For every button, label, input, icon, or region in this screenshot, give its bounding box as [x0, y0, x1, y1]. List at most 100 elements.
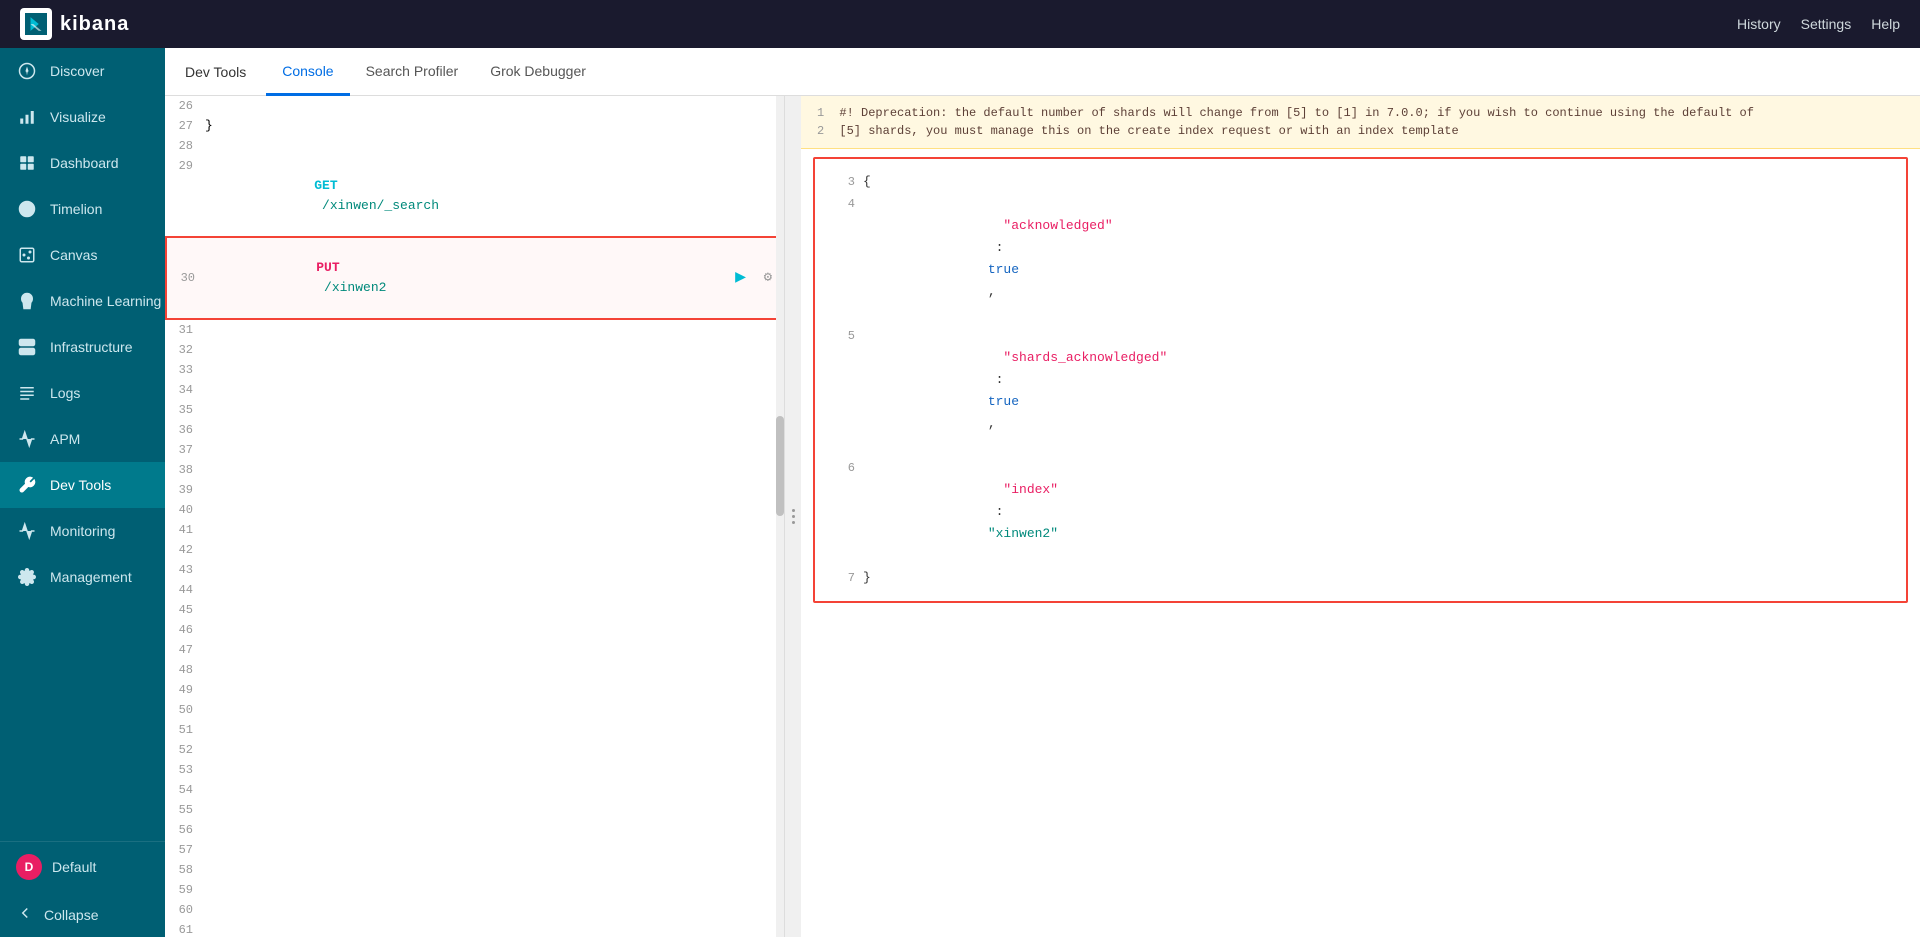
kibana-logo-icon — [20, 8, 52, 40]
output-line-num-1: 1 — [817, 106, 824, 120]
sidebar-collapse[interactable]: Collapse — [0, 892, 165, 937]
apm-icon — [16, 428, 38, 450]
sidebar-item-dev-tools[interactable]: Dev Tools — [0, 462, 165, 508]
line-num-51: 51 — [165, 720, 201, 740]
editor-line-60: 60 — [165, 900, 784, 920]
sidebar-label-dashboard: Dashboard — [50, 155, 119, 171]
line-num-26: 26 — [165, 96, 201, 116]
editor-scrollbar-thumb[interactable] — [776, 416, 784, 517]
sidebar-label-management: Management — [50, 569, 132, 585]
logs-icon — [16, 382, 38, 404]
sidebar-label-discover: Discover — [50, 63, 104, 79]
kibana-title: kibana — [60, 13, 129, 36]
sidebar-label-monitoring: Monitoring — [50, 523, 115, 539]
line-num-42: 42 — [165, 540, 201, 560]
json-close-brace: } — [863, 567, 871, 589]
sidebar-item-management[interactable]: Management — [0, 554, 165, 600]
line-num-33: 33 — [165, 360, 201, 380]
sidebar-label-canvas: Canvas — [50, 247, 97, 263]
json-index: "index" : "xinwen2" — [863, 457, 1058, 567]
settings-link[interactable]: Settings — [1801, 16, 1852, 32]
editor-line-34: 34 — [165, 380, 784, 400]
collapse-label: Collapse — [44, 907, 98, 923]
line-num-61: 61 — [165, 920, 201, 937]
canvas-icon — [16, 244, 38, 266]
tab-search-profiler[interactable]: Search Profiler — [350, 48, 475, 96]
line-num-55: 55 — [165, 800, 201, 820]
wrench-icon — [16, 474, 38, 496]
console-area: 26 27 } 28 29 — [165, 96, 1920, 937]
sidebar-item-timelion[interactable]: Timelion — [0, 186, 165, 232]
output-body: 3 { 4 "acknowledged" : true , — [823, 163, 1898, 597]
grid-icon — [16, 152, 38, 174]
run-button[interactable]: ▶ — [735, 268, 746, 288]
output-line-num-2: 2 — [817, 124, 824, 138]
tab-grok-debugger[interactable]: Grok Debugger — [474, 48, 602, 96]
sidebar-item-infrastructure[interactable]: Infrastructure — [0, 324, 165, 370]
line-num-56: 56 — [165, 820, 201, 840]
line-num-50: 50 — [165, 700, 201, 720]
editor-line-53: 53 — [165, 760, 784, 780]
editor-line-56: 56 — [165, 820, 784, 840]
settings-button[interactable]: ⚙ — [764, 268, 772, 288]
help-link[interactable]: Help — [1871, 16, 1900, 32]
sidebar-item-machine-learning[interactable]: Machine Learning — [0, 278, 165, 324]
sidebar-item-apm[interactable]: APM — [0, 416, 165, 462]
avatar: D — [16, 854, 42, 880]
app-body: Discover Visualize Dashboard Timelion Ca… — [0, 48, 1920, 937]
sidebar-label-timelion: Timelion — [50, 201, 102, 217]
sidebar: Discover Visualize Dashboard Timelion Ca… — [0, 48, 165, 937]
line-num-53: 53 — [165, 760, 201, 780]
editor-scrollbar-track[interactable] — [776, 96, 784, 937]
editor-line-47: 47 — [165, 640, 784, 660]
line-content-27: } — [201, 116, 784, 136]
editor-line-39: 39 — [165, 480, 784, 500]
divider-dot-3 — [792, 521, 795, 524]
output-num-5: 5 — [839, 325, 863, 347]
kibana-logo: kibana — [20, 8, 129, 40]
output-box: 3 { 4 "acknowledged" : true , — [813, 157, 1908, 603]
editor-content[interactable]: 26 27 } 28 29 — [165, 96, 784, 937]
editor-line-61: 61 — [165, 920, 784, 937]
line-num-45: 45 — [165, 600, 201, 620]
output-json-line-6: 6 "index" : "xinwen2" — [839, 457, 1882, 567]
editor-line-57: 57 — [165, 840, 784, 860]
editor-line-58: 58 — [165, 860, 784, 880]
sidebar-label-infrastructure: Infrastructure — [50, 339, 132, 355]
line-num-57: 57 — [165, 840, 201, 860]
output-num-4: 4 — [839, 193, 863, 215]
editor-line-38: 38 — [165, 460, 784, 480]
line-num-37: 37 — [165, 440, 201, 460]
clock-icon — [16, 198, 38, 220]
devtools-title: Dev Tools — [185, 64, 246, 80]
sidebar-item-monitoring[interactable]: Monitoring — [0, 508, 165, 554]
editor-line-54: 54 — [165, 780, 784, 800]
line-num-41: 41 — [165, 520, 201, 540]
line-num-27: 27 — [165, 116, 201, 136]
sidebar-item-canvas[interactable]: Canvas — [0, 232, 165, 278]
chart-icon — [16, 106, 38, 128]
editor-line-31: 31 — [165, 320, 784, 340]
tab-console[interactable]: Console — [266, 48, 349, 96]
line-num-47: 47 — [165, 640, 201, 660]
sidebar-label-visualize: Visualize — [50, 109, 106, 125]
output-line-2: 2 [5] shards, you must manage this on th… — [817, 122, 1904, 140]
line-num-39: 39 — [165, 480, 201, 500]
line-num-32: 32 — [165, 340, 201, 360]
sidebar-user[interactable]: D Default — [0, 842, 165, 892]
editor-line-55: 55 — [165, 800, 784, 820]
panel-divider[interactable] — [785, 96, 801, 937]
sidebar-item-visualize[interactable]: Visualize — [0, 94, 165, 140]
sidebar-label-dev-tools: Dev Tools — [50, 477, 111, 493]
sidebar-item-dashboard[interactable]: Dashboard — [0, 140, 165, 186]
url-path-30: /xinwen2 — [316, 280, 386, 295]
editor-line-40: 40 — [165, 500, 784, 520]
history-link[interactable]: History — [1737, 16, 1781, 32]
editor-line-30[interactable]: 30 PUT /xinwen2 ▶ ⚙ — [165, 236, 784, 320]
line-num-49: 49 — [165, 680, 201, 700]
sidebar-item-discover[interactable]: Discover — [0, 48, 165, 94]
editor-panel[interactable]: 26 27 } 28 29 — [165, 96, 785, 937]
sidebar-item-logs[interactable]: Logs — [0, 370, 165, 416]
user-label: Default — [52, 859, 96, 875]
line-num-52: 52 — [165, 740, 201, 760]
